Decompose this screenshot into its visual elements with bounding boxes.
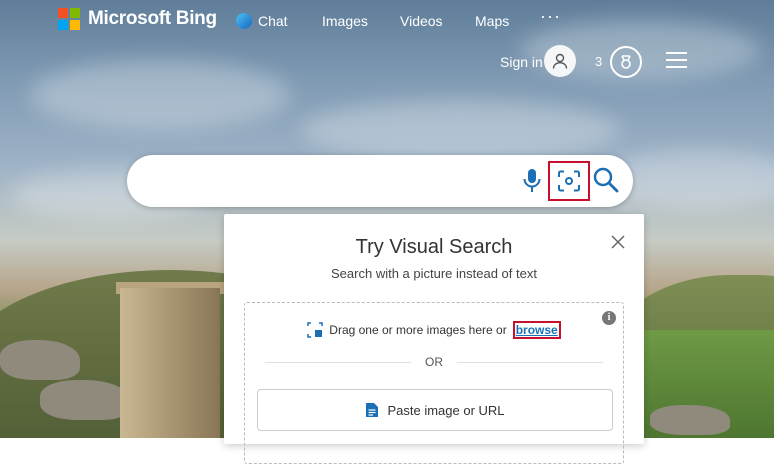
top-navigation: Microsoft Bing Chat Images Videos Maps ·… [0,0,774,44]
brand-name: Microsoft Bing [88,8,217,29]
image-drop-zone[interactable]: i Drag one or more images here or browse… [244,302,624,464]
hamburger-menu-button[interactable] [666,52,687,68]
search-box [127,155,633,207]
user-icon [552,53,568,69]
menu-icon [666,52,687,54]
panel-subtitle: Search with a picture instead of text [331,266,537,281]
visual-search-button[interactable] [548,161,590,201]
or-divider: OR [265,355,603,369]
paste-image-button[interactable]: Paste image or URL [257,389,613,431]
paste-label: Paste image or URL [387,402,505,418]
nav-videos-label: Videos [400,13,443,29]
avatar[interactable] [544,45,576,77]
panel-title: Try Visual Search [355,236,513,258]
document-icon [366,403,379,417]
close-icon[interactable] [610,234,626,250]
visual-search-panel: Try Visual Search Search with a picture … [224,214,644,464]
rewards-button[interactable] [610,46,642,78]
rewards-count: 3 [595,54,603,69]
search-input[interactable] [145,167,519,197]
bing-chat-icon [236,13,252,29]
nav-chat[interactable]: Chat [236,13,288,29]
drop-instructions: Drag one or more images here or browse [245,321,623,339]
nav-videos[interactable]: Videos [400,13,443,29]
nav-images[interactable]: Images [322,13,368,29]
nav-chat-label: Chat [258,13,288,29]
browse-link[interactable]: browse [512,321,561,339]
or-label: OR [425,355,443,369]
trophy-icon [621,55,631,69]
stone-pillar [120,288,220,438]
visual-search-icon [558,170,580,192]
drag-image-icon [307,322,324,338]
bing-logo[interactable]: Microsoft Bing [58,8,217,30]
microphone-icon[interactable] [522,168,542,199]
sign-in-link[interactable]: Sign in [500,54,543,70]
microsoft-logo-icon [58,8,80,30]
nav-images-label: Images [322,13,368,29]
nav-maps[interactable]: Maps [475,13,509,29]
drop-text: Drag one or more images here or [329,323,507,337]
nav-maps-label: Maps [475,13,510,29]
more-menu-button[interactable]: ··· [540,6,561,27]
search-icon[interactable] [592,166,620,199]
